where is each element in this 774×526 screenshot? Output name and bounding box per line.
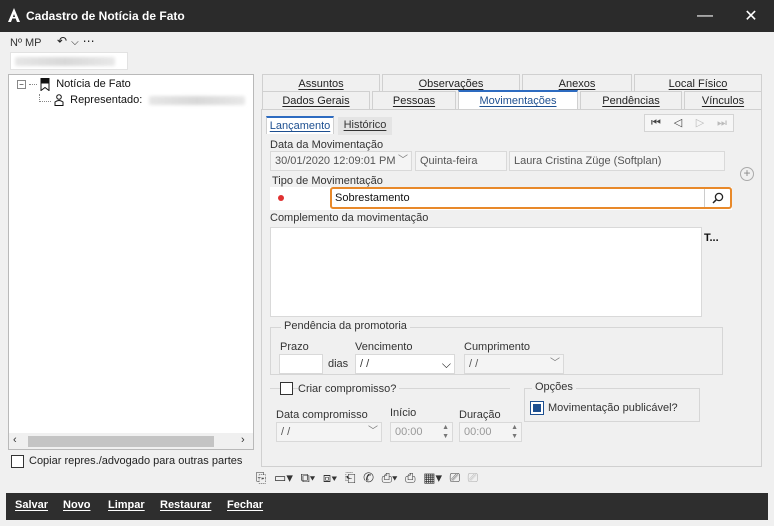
- chevron-down-icon: ﹀: [398, 155, 408, 166]
- dia-semana-field: Quinta-feira: [415, 151, 507, 171]
- vencimento-label: Vencimento: [355, 341, 413, 353]
- nmp-label: Nº MP: [10, 37, 42, 49]
- add-document-icon[interactable]: ⎘: [256, 470, 266, 485]
- scroll-right-icon[interactable]: ›: [241, 434, 245, 446]
- chevron-down-icon: ﹀: [550, 358, 560, 369]
- prazo-input[interactable]: [279, 354, 323, 374]
- usuario-field: Laura Cristina Züge (Softplan): [509, 151, 725, 171]
- copy-icon[interactable]: ⧈▾: [323, 470, 338, 485]
- subtab-lancamento[interactable]: Lançamento: [266, 116, 334, 134]
- criar-compromisso-label: Criar compromisso?: [298, 383, 400, 395]
- prazo-label: Prazo: [280, 341, 309, 353]
- undo-icon[interactable]: ↶: [57, 34, 71, 48]
- action-toolbar: ⎘ ▭▾ ⧉▾ ⧈▾ ⎗ ✆ ⎙▾ ⎙ ▦▾ ⎚ ⎚: [256, 470, 482, 490]
- nmp-field[interactable]: [10, 52, 128, 70]
- more-icon[interactable]: ⋯: [83, 34, 99, 48]
- pendencia-title: Pendência da promotoria: [281, 320, 410, 332]
- close-icon[interactable]: ✕: [728, 0, 774, 32]
- publicavel-label: Movimentação publicável?: [548, 402, 678, 414]
- window-title: Cadastro de Notícia de Fato: [26, 9, 185, 23]
- restaurar-button[interactable]: Restaurar: [160, 499, 211, 511]
- printer-icon[interactable]: ⎙: [405, 470, 415, 485]
- opcoes-title: Opções: [532, 381, 576, 393]
- duracao-field: 00:00 ▲ ▼: [459, 422, 522, 442]
- tree-node-representado[interactable]: Representado:: [39, 94, 246, 107]
- print-icon[interactable]: ⎙▾: [382, 470, 398, 485]
- cumprimento-label: Cumprimento: [464, 341, 531, 353]
- tab-dados-gerais[interactable]: Dados Gerais: [262, 91, 370, 109]
- search-icon[interactable]: [712, 192, 724, 204]
- tab-assuntos[interactable]: Assuntos: [262, 74, 380, 92]
- complemento-textarea[interactable]: [270, 227, 702, 317]
- next-record-icon: ▷: [695, 117, 705, 129]
- chevron-down-icon[interactable]: ⌵: [442, 355, 451, 373]
- data-movimentacao-label: Data da Movimentação: [270, 139, 384, 151]
- prev-record-icon[interactable]: ◁: [667, 115, 689, 131]
- bottom-action-bar: Salvar Novo Limpar Restaurar Fechar: [6, 493, 768, 520]
- tree-node-root[interactable]: − Notícia de Fato: [17, 78, 131, 92]
- first-record-icon[interactable]: ⏮: [645, 115, 667, 131]
- complemento-label: Complemento da movimentação: [270, 212, 429, 224]
- document-icon: [40, 78, 50, 92]
- attach-icon: ⎚: [467, 470, 479, 485]
- title-bar: Cadastro de Notícia de Fato — ✕: [0, 0, 774, 32]
- add-icon[interactable]: +: [740, 167, 754, 181]
- copy-repres-label: Copiar repres./advogado para outras part…: [29, 455, 243, 467]
- spin-icon: ▲ ▼: [511, 424, 518, 440]
- complemento-template-button[interactable]: T...: [704, 232, 719, 244]
- scroll-thumb[interactable]: [28, 436, 214, 447]
- tab-pessoas[interactable]: Pessoas: [372, 91, 456, 109]
- inicio-field: 00:00 ▲ ▼: [390, 422, 453, 442]
- collapse-icon[interactable]: −: [17, 80, 26, 89]
- tree-root-label: Notícia de Fato: [56, 78, 131, 91]
- hierarchy-icon[interactable]: ⧉▾: [300, 470, 315, 485]
- tab-vinculos[interactable]: Vínculos: [684, 91, 762, 109]
- dias-label: dias: [328, 358, 349, 370]
- data-movimentacao-field: 30/01/2020 12:09:01 PM ﹀: [270, 151, 412, 171]
- person-icon: [54, 94, 64, 107]
- spin-icon: ▲ ▼: [442, 424, 449, 440]
- limpar-button[interactable]: Limpar: [108, 499, 145, 511]
- last-record-icon: ⏭: [717, 117, 727, 129]
- cumprimento-field: / / ﹀: [464, 354, 564, 374]
- inicio-label: Início: [390, 407, 417, 419]
- data-compromisso-label: Data compromisso: [276, 409, 368, 421]
- tab-movimentacoes[interactable]: Movimentações: [458, 90, 578, 110]
- tree-child-label: Representado:: [70, 94, 143, 106]
- chevron-down-icon[interactable]: ⌵: [71, 37, 83, 48]
- chevron-down-icon: ﹀: [368, 426, 378, 437]
- subtab-historico[interactable]: Histórico: [338, 117, 392, 135]
- tab-local-fisico[interactable]: Local Físico: [634, 74, 762, 92]
- calendar-icon[interactable]: ▭▾: [274, 470, 293, 485]
- header-toolbar: ↶⌵⋯: [57, 34, 99, 48]
- tree-horizontal-scrollbar[interactable]: ‹ ›: [9, 433, 253, 449]
- duracao-label: Duração: [459, 409, 501, 421]
- tab-pendencias[interactable]: Pendências: [580, 91, 682, 109]
- data-compromisso-field: / / ﹀: [276, 422, 382, 442]
- tipo-movimentacao-label: Tipo de Movimentação: [272, 175, 383, 187]
- clipboard-icon[interactable]: ⎗: [345, 470, 355, 485]
- fechar-button[interactable]: Fechar: [227, 499, 263, 511]
- phone-icon[interactable]: ✆: [363, 470, 374, 485]
- novo-button[interactable]: Novo: [63, 499, 91, 511]
- export-icon[interactable]: ⎚: [450, 470, 460, 485]
- tree-panel: − Notícia de Fato Representado:: [8, 74, 254, 450]
- vencimento-field[interactable]: / / ⌵: [355, 354, 455, 374]
- tipo-movimentacao-input[interactable]: Sobrestamento: [330, 187, 732, 209]
- app-logo-icon: [8, 8, 20, 22]
- salvar-button[interactable]: Salvar: [15, 499, 48, 511]
- publicavel-checkbox[interactable]: [530, 401, 544, 415]
- copy-repres-checkbox[interactable]: [11, 455, 24, 468]
- criar-compromisso-checkbox[interactable]: [280, 382, 293, 395]
- schedule-icon[interactable]: ▦▾: [423, 470, 442, 485]
- minimize-icon[interactable]: —: [682, 0, 728, 32]
- required-dot-icon: [278, 195, 284, 201]
- scroll-left-icon[interactable]: ‹: [13, 434, 17, 446]
